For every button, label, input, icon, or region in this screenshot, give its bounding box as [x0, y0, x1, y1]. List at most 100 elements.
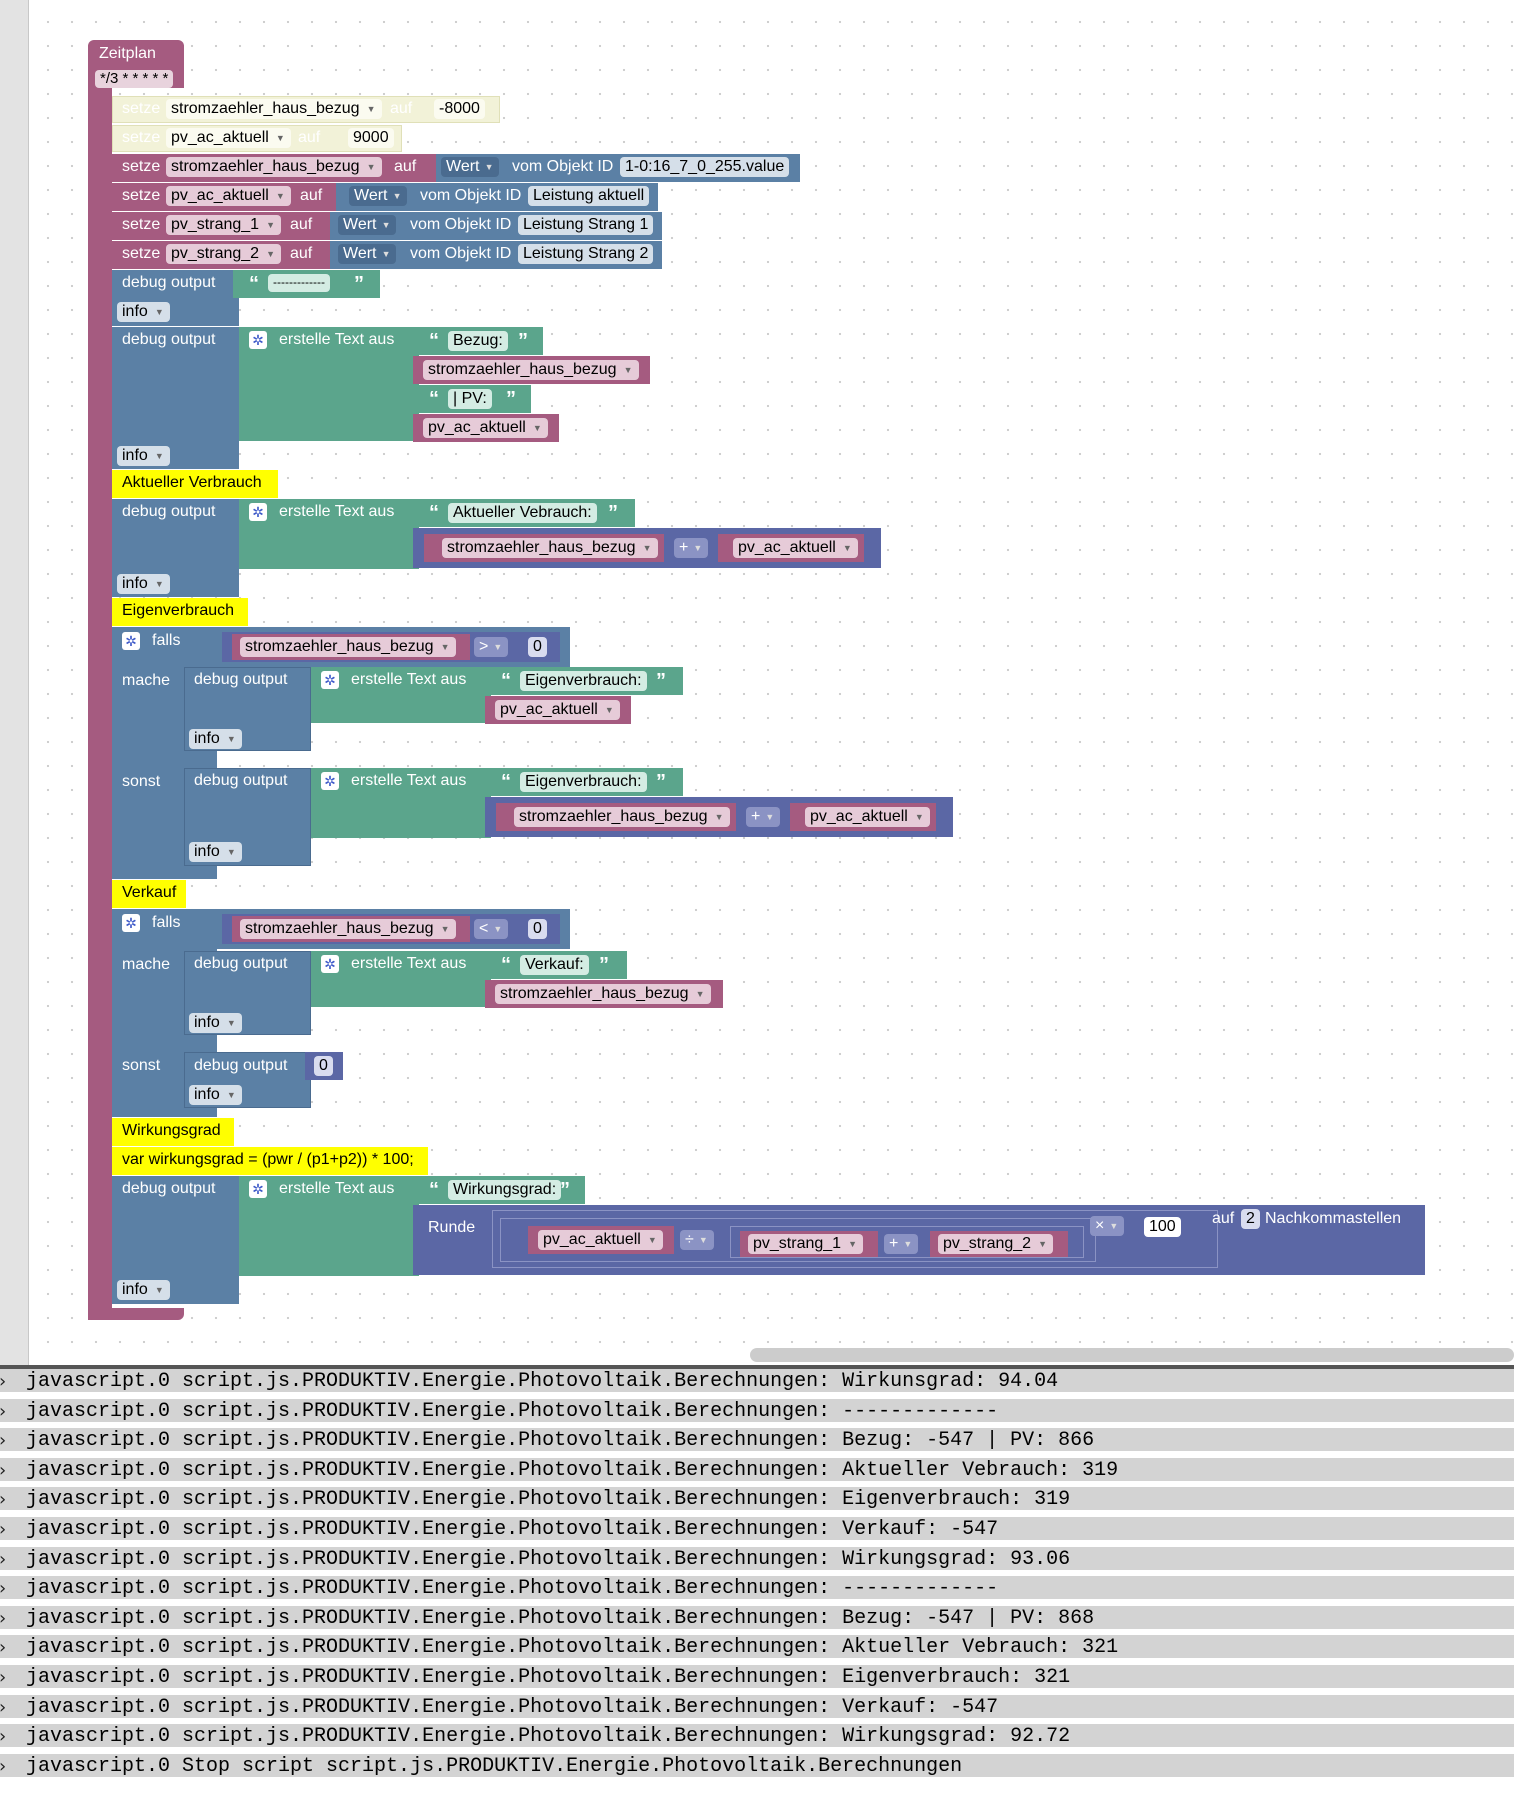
log-level-dropdown[interactable]: info ▼ — [117, 1280, 170, 1300]
property-dropdown[interactable]: Wert ▼ — [441, 157, 500, 177]
log-message: javascript.0 script.js.PRODUKTIV.Energie… — [26, 1429, 1095, 1453]
variable-dropdown[interactable]: stromzaehler_haus_bezug ▼ — [240, 919, 456, 939]
object-id-field[interactable]: Leistung Strang 2 — [518, 244, 654, 264]
number-field[interactable]: 100 — [1144, 1217, 1181, 1237]
gear-icon[interactable]: ✲ — [321, 772, 339, 790]
log-level-dropdown[interactable]: info ▼ — [189, 842, 242, 862]
log-level-dropdown[interactable]: info ▼ — [189, 1013, 242, 1033]
property-dropdown[interactable]: Wert ▼ — [338, 215, 397, 235]
log-level-dropdown[interactable]: info ▼ — [117, 446, 170, 466]
blockly-workspace[interactable]: Zeitplan */3 * * * * * setze stromzaehle… — [0, 0, 1514, 1365]
chevron-down-icon: ▼ — [903, 1239, 913, 1249]
chevron-down-icon: ▼ — [623, 365, 633, 375]
debug-output-label: debug output — [194, 671, 288, 688]
text-field[interactable]: Aktueller Vebrauch: — [448, 503, 597, 523]
variable-dropdown[interactable]: stromzaehler_haus_bezug ▼ — [442, 538, 658, 558]
object-id-field[interactable]: 1-0:16_7_0_255.value — [620, 157, 790, 177]
schedule-cron-field[interactable]: */3 * * * * * — [95, 70, 174, 88]
number-field[interactable]: 0 — [314, 1056, 333, 1076]
chevron-down-icon: ▼ — [848, 1239, 858, 1249]
gear-icon[interactable]: ✲ — [249, 331, 267, 349]
log-row: › javascript.0 script.js.PRODUKTIV.Energi… — [0, 1635, 1514, 1662]
chevron-down-icon: ▼ — [693, 543, 703, 553]
chevron-down-icon: ▼ — [381, 249, 391, 259]
operator-dropdown[interactable]: × ▼ — [1090, 1216, 1125, 1236]
log-message: javascript.0 script.js.PRODUKTIV.Energie… — [26, 1458, 1119, 1482]
to-keyword: auf — [290, 216, 313, 233]
property-dropdown[interactable]: Wert ▼ — [349, 186, 408, 206]
variable-dropdown[interactable]: pv_strang_2 ▼ — [166, 244, 282, 264]
chevron-down-icon: ▼ — [226, 847, 236, 857]
operator-dropdown[interactable]: ÷ ▼ — [680, 1230, 714, 1250]
chevron-down-icon: ▼ — [695, 989, 705, 999]
log-level-dropdown[interactable]: info ▼ — [189, 729, 242, 749]
variable-dropdown[interactable]: stromzaehler_haus_bezug ▼ — [423, 360, 639, 380]
open-quote-icon: “ — [501, 954, 511, 976]
text-field[interactable]: Wirkungsgrad: — [448, 1180, 562, 1200]
chevron-down-icon: ▼ — [765, 812, 775, 822]
close-quote-icon: ” — [518, 330, 528, 352]
comment-text: Aktueller Verbrauch — [122, 474, 262, 491]
decimals-field[interactable]: 2 — [1241, 1209, 1260, 1229]
gear-icon[interactable]: ✲ — [249, 1180, 267, 1198]
operator-dropdown[interactable]: + ▼ — [884, 1234, 919, 1254]
variable-dropdown[interactable]: stromzaehler_haus_bezug ▼ — [495, 984, 711, 1004]
variable-dropdown[interactable]: stromzaehler_haus_bezug ▼ — [514, 807, 730, 827]
operator-dropdown[interactable]: + ▼ — [746, 807, 781, 827]
object-id-field[interactable]: Leistung Strang 1 — [518, 215, 654, 235]
log-level-dropdown[interactable]: info ▼ — [117, 574, 170, 594]
variable-dropdown[interactable]: pv_ac_aktuell ▼ — [538, 1230, 663, 1250]
chevron-right-icon: › — [0, 1430, 8, 1451]
comment-text: Verkauf — [122, 884, 177, 901]
chevron-down-icon: ▼ — [226, 1090, 236, 1100]
disabled-number-field[interactable]: 9000 — [348, 128, 394, 148]
text-field[interactable]: Eigenverbrauch: — [520, 671, 647, 691]
gear-icon[interactable]: ✲ — [321, 671, 339, 689]
log-message: javascript.0 script.js.PRODUKTIV.Energie… — [26, 1636, 1119, 1660]
join-label: erstelle Text aus — [279, 331, 395, 348]
log-level: info — [122, 575, 148, 592]
variable-dropdown[interactable]: pv_ac_aktuell ▼ — [423, 418, 548, 438]
disabled-variable-dropdown[interactable]: pv_ac_aktuell ▼ — [166, 128, 291, 148]
variable-dropdown[interactable]: pv_ac_aktuell ▼ — [805, 807, 930, 827]
text-field[interactable]: ------------- — [268, 274, 330, 292]
number-field[interactable]: 0 — [528, 637, 547, 657]
variable-dropdown[interactable]: pv_strang_2 ▼ — [938, 1234, 1054, 1254]
variable-dropdown[interactable]: stromzaehler_haus_bezug ▼ — [240, 637, 456, 657]
variable-dropdown[interactable]: pv_ac_aktuell ▼ — [733, 538, 858, 558]
gear-icon[interactable]: ✲ — [122, 632, 140, 650]
operator-dropdown[interactable]: < ▼ — [474, 919, 509, 939]
text-field[interactable]: Eigenverbrauch: — [520, 772, 647, 792]
log-row: › javascript.0 script.js.PRODUKTIV.Energi… — [0, 1665, 1514, 1691]
close-quote-icon: ” — [656, 771, 666, 793]
close-quote-icon: ” — [560, 1179, 570, 1201]
chevron-down-icon: ▼ — [440, 642, 450, 652]
gear-icon[interactable]: ✲ — [249, 503, 267, 521]
chevron-right-icon: › — [0, 1519, 8, 1540]
variable-dropdown[interactable]: pv_ac_aktuell ▼ — [495, 700, 620, 720]
text-field[interactable]: | PV: — [448, 389, 492, 409]
property-dropdown[interactable]: Wert ▼ — [338, 244, 397, 264]
horizontal-scrollbar[interactable] — [750, 1348, 1514, 1362]
chevron-right-icon: › — [0, 1608, 8, 1629]
variable-dropdown[interactable]: pv_strang_1 ▼ — [748, 1234, 864, 1254]
text-field[interactable]: Verkauf: — [520, 955, 589, 975]
variable-dropdown[interactable]: stromzaehler_haus_bezug ▼ — [166, 157, 382, 177]
chevron-down-icon: ▼ — [604, 705, 614, 715]
variable-name: stromzaehler_haus_bezug — [171, 158, 360, 175]
log-level: info — [122, 303, 148, 320]
variable-dropdown[interactable]: pv_ac_aktuell ▼ — [166, 186, 291, 206]
gear-icon[interactable]: ✲ — [122, 914, 140, 932]
object-id-field[interactable]: Leistung aktuell — [528, 186, 650, 206]
log-level-dropdown[interactable]: info ▼ — [117, 302, 170, 322]
log-level-dropdown[interactable]: info ▼ — [189, 1085, 242, 1105]
disabled-number-field[interactable]: -8000 — [434, 99, 485, 119]
number-field[interactable]: 0 — [528, 919, 547, 939]
close-quote-icon: ” — [599, 954, 609, 976]
gear-icon[interactable]: ✲ — [321, 955, 339, 973]
disabled-variable-dropdown[interactable]: stromzaehler_haus_bezug ▼ — [166, 99, 382, 119]
text-field[interactable]: Bezug: — [448, 331, 508, 351]
operator-dropdown[interactable]: > ▼ — [474, 637, 509, 657]
variable-dropdown[interactable]: pv_strang_1 ▼ — [166, 215, 282, 235]
operator-dropdown[interactable]: + ▼ — [674, 538, 709, 558]
